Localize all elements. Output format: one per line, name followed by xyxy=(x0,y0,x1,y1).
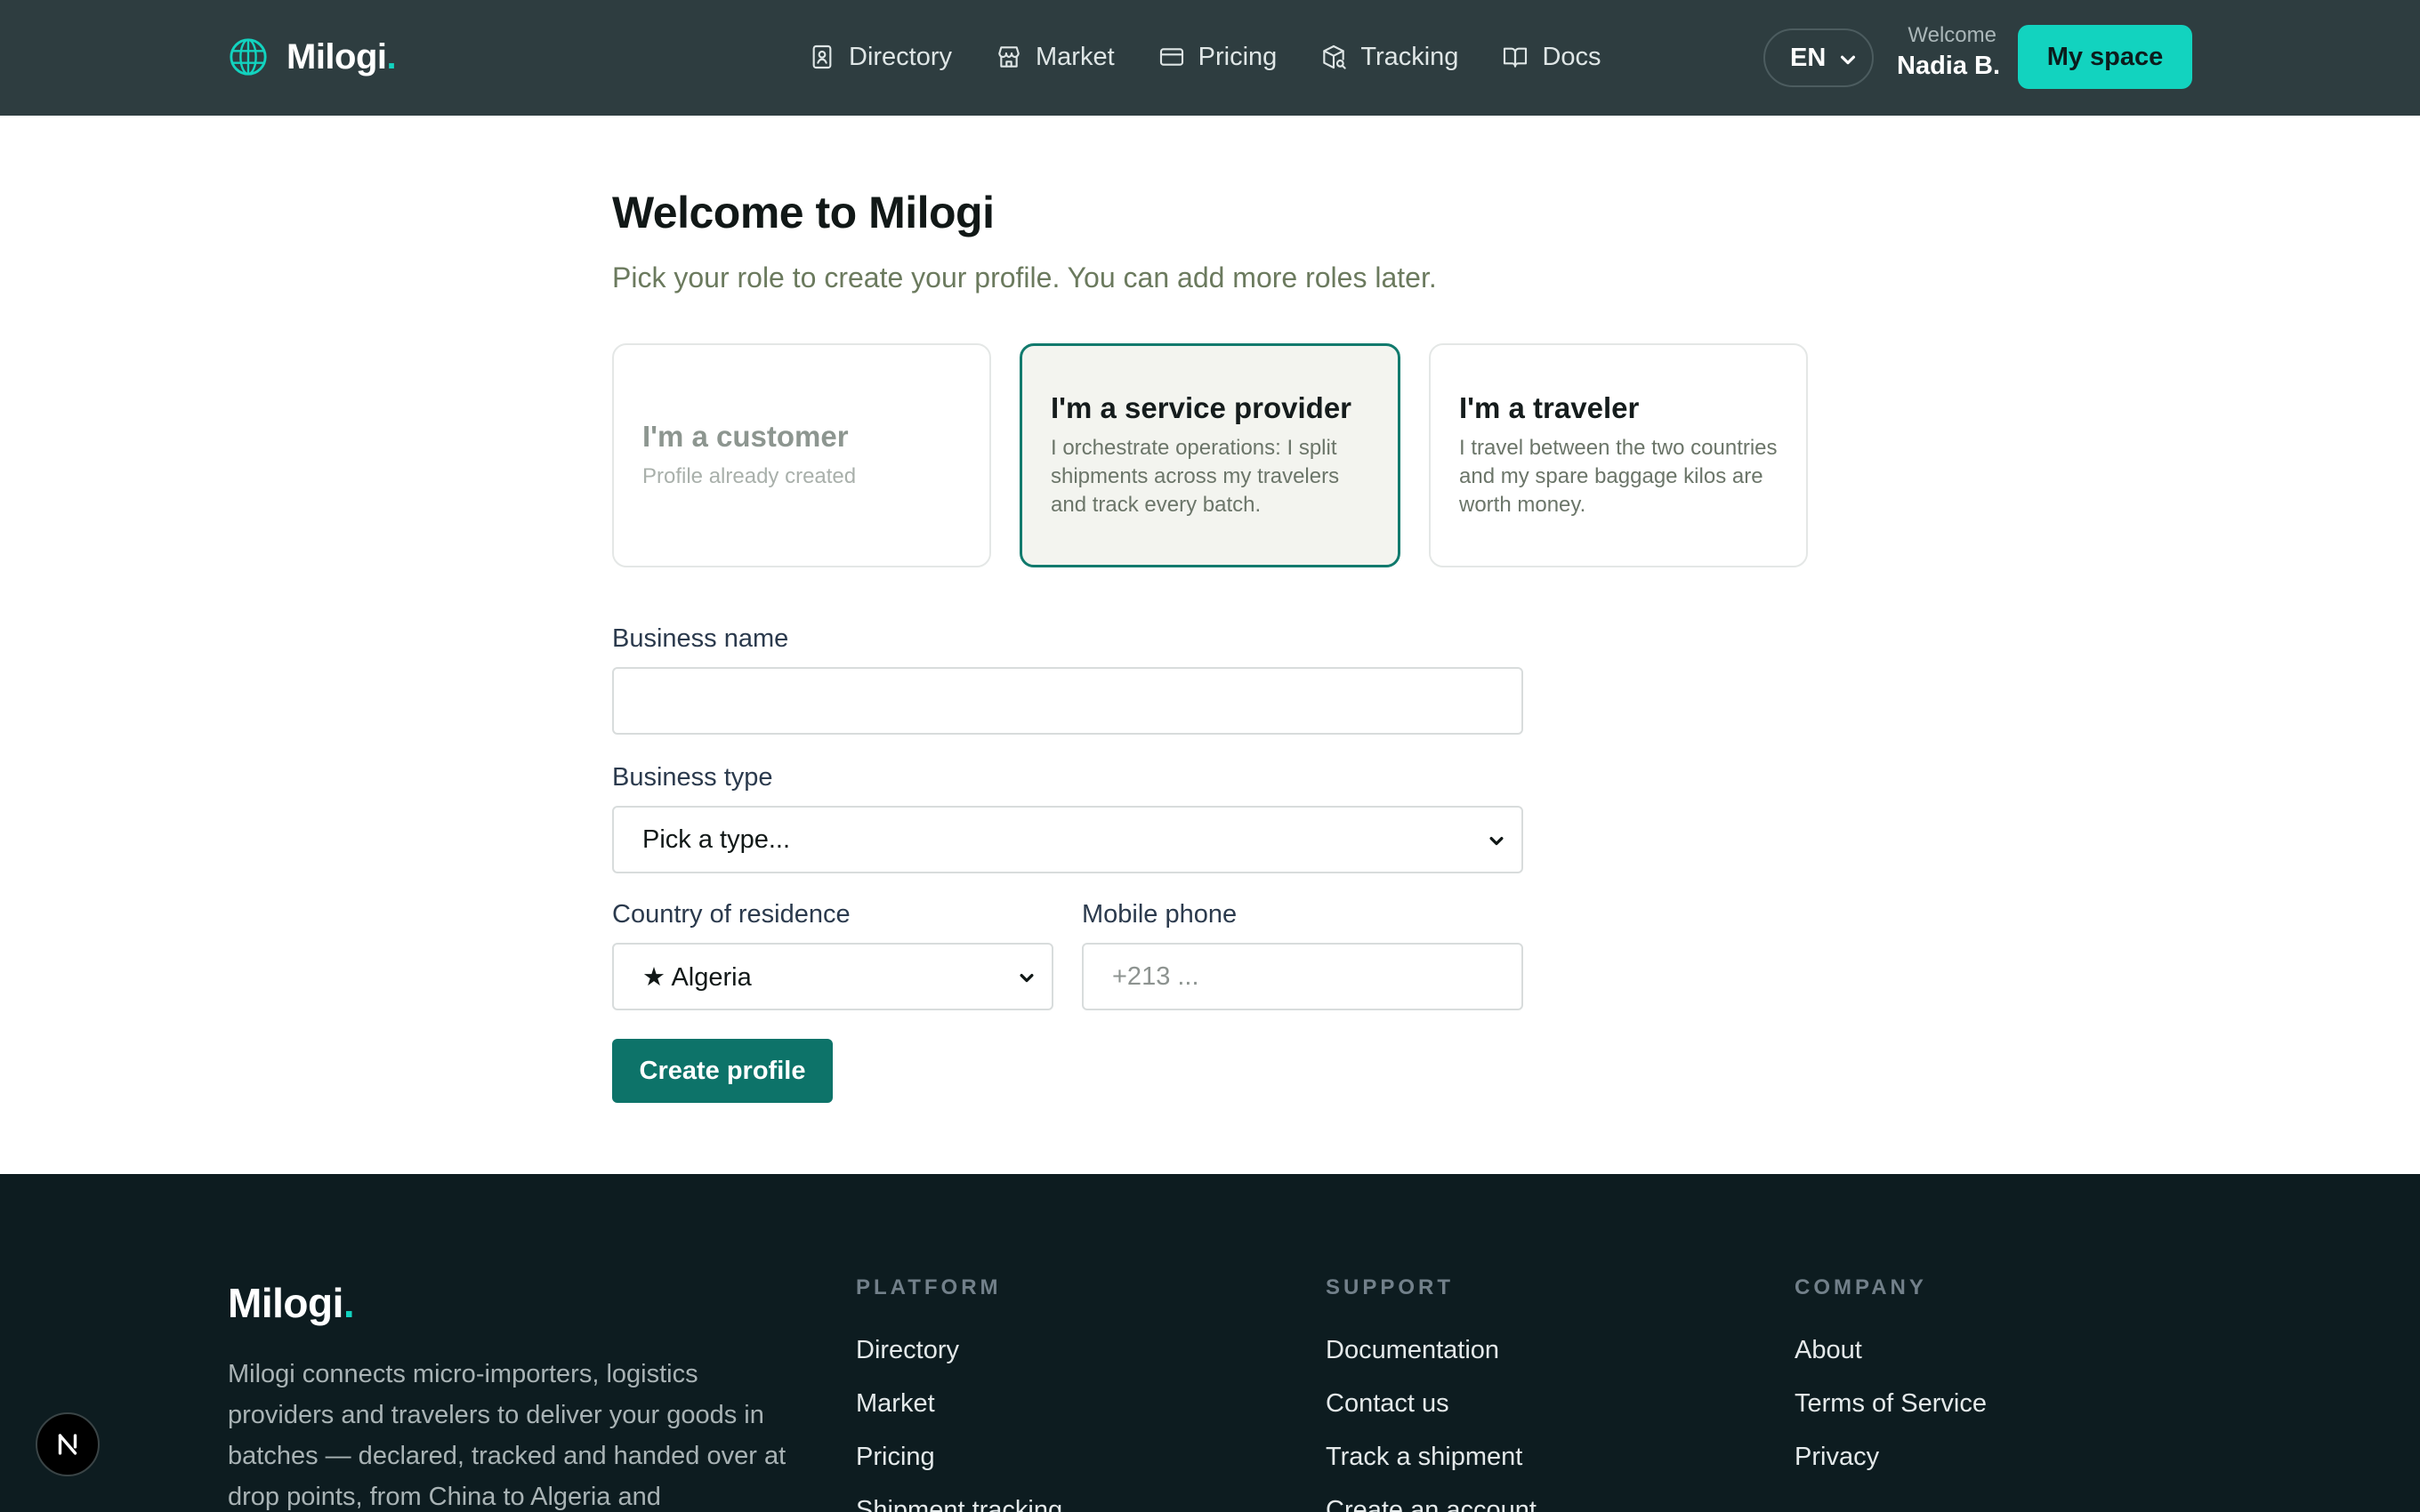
nav-label: Pricing xyxy=(1198,42,1278,71)
footer-column-heading: COMPANY xyxy=(1795,1275,1927,1299)
credit-card-icon xyxy=(1159,48,1183,66)
country-value: ★ Algeria xyxy=(642,962,752,992)
role-title: I'm a service provider xyxy=(1051,391,1352,424)
role-card-traveler[interactable]: I'm a traveler I travel between the two … xyxy=(1429,343,1808,567)
role-description: I travel between the two countries and m… xyxy=(1459,436,1778,517)
create-profile-button[interactable]: Create profile xyxy=(612,1039,833,1103)
business-name-input[interactable] xyxy=(612,667,1523,735)
footer-link-documentation[interactable]: Documentation xyxy=(1326,1336,1537,1370)
phone-placeholder: +213 ... xyxy=(1112,961,1199,991)
top-navbar: Milogi. Directory Market Pricing Trackin… xyxy=(0,0,2420,116)
country-label: Country of residence xyxy=(612,900,851,929)
business-name-label: Business name xyxy=(612,624,789,653)
footer-column-platform: PLATFORM Directory Market Pricing Shipme… xyxy=(856,1275,1062,1512)
n-logo-icon xyxy=(58,1434,77,1455)
footer-column-heading: SUPPORT xyxy=(1326,1275,1455,1299)
chevron-down-icon xyxy=(1489,837,1504,846)
role-card-service-provider[interactable]: I'm a service provider I orchestrate ope… xyxy=(1020,343,1400,567)
footer-link-privacy[interactable]: Privacy xyxy=(1795,1443,1987,1476)
role-card-customer: I'm a customer Profile already created xyxy=(612,343,991,567)
footer-link-contact[interactable]: Contact us xyxy=(1326,1389,1537,1423)
nav-item-directory[interactable]: Directory xyxy=(808,43,952,72)
role-description: Profile already created xyxy=(642,464,857,488)
footer-link-shipment-tracking[interactable]: Shipment tracking xyxy=(856,1496,1062,1512)
footer-column-company: COMPANY About Terms of Service Privacy xyxy=(1795,1275,1987,1476)
role-title: I'm a traveler xyxy=(1459,391,1640,424)
nav-label: Docs xyxy=(1542,42,1601,71)
footer-column-support: SUPPORT Documentation Contact us Track a… xyxy=(1326,1275,1537,1512)
nav-item-pricing[interactable]: Pricing xyxy=(1158,42,1278,72)
country-select[interactable]: ★ Algeria xyxy=(612,943,1053,1010)
nav-item-market[interactable]: Market xyxy=(995,43,1115,72)
store-icon xyxy=(998,46,1020,68)
main-nav: Directory Market Pricing Tracking Docs xyxy=(808,32,1601,82)
footer-about-text: Milogi connects micro-importers, logisti… xyxy=(228,1360,786,1511)
package-search-icon xyxy=(1323,44,1347,69)
footer-link-terms[interactable]: Terms of Service xyxy=(1795,1389,1987,1423)
role-title: I'm a customer xyxy=(642,420,849,453)
chevron-down-icon xyxy=(1020,974,1034,983)
footer-link-directory[interactable]: Directory xyxy=(856,1336,1062,1370)
business-type-select[interactable]: Pick a type... xyxy=(612,806,1523,873)
business-type-label: Business type xyxy=(612,763,773,792)
footer-link-create-account[interactable]: Create an account xyxy=(1326,1496,1537,1512)
language-select[interactable]: EN xyxy=(1763,28,1874,87)
footer-column-heading: PLATFORM xyxy=(856,1275,1002,1299)
my-space-button[interactable]: My space xyxy=(2018,25,2192,89)
nav-label: Directory xyxy=(849,42,953,71)
language-value: EN xyxy=(1790,43,1827,72)
chevron-down-icon xyxy=(1840,55,1856,65)
footer-link-about[interactable]: About xyxy=(1795,1336,1987,1370)
mobile-phone-label: Mobile phone xyxy=(1082,900,1238,929)
page-subtitle: Pick your role to create your profile. Y… xyxy=(612,261,1437,294)
contact-book-icon xyxy=(812,44,832,69)
open-book-icon xyxy=(1504,47,1528,68)
footer-link-track-shipment[interactable]: Track a shipment xyxy=(1326,1443,1537,1476)
brand-name: Milogi. xyxy=(286,36,397,76)
nav-label: Tracking xyxy=(1360,42,1459,71)
page-title: Welcome to Milogi xyxy=(612,188,995,237)
user-name: Nadia B. xyxy=(1897,52,2001,80)
mobile-phone-input[interactable]: +213 ... xyxy=(1082,943,1523,1010)
brand-logo[interactable]: Milogi. xyxy=(228,32,397,82)
role-description: I orchestrate operations: I split shipme… xyxy=(1051,436,1340,517)
nav-item-docs[interactable]: Docs xyxy=(1501,43,1601,72)
welcome-label: Welcome xyxy=(1908,23,1996,47)
nav-label: Market xyxy=(1036,42,1115,71)
dev-tools-badge[interactable] xyxy=(36,1412,100,1476)
footer-link-pricing[interactable]: Pricing xyxy=(856,1443,1062,1476)
nav-item-tracking[interactable]: Tracking xyxy=(1319,43,1458,72)
site-footer: Milogi. Milogi connects micro-importers,… xyxy=(0,1174,2420,1512)
business-type-value: Pick a type... xyxy=(642,824,791,854)
footer-link-market[interactable]: Market xyxy=(856,1389,1062,1423)
footer-brand[interactable]: Milogi. xyxy=(228,1279,355,1327)
globe-icon xyxy=(230,38,267,76)
user-greeting: Welcome Nadia B. xyxy=(1897,23,2001,81)
